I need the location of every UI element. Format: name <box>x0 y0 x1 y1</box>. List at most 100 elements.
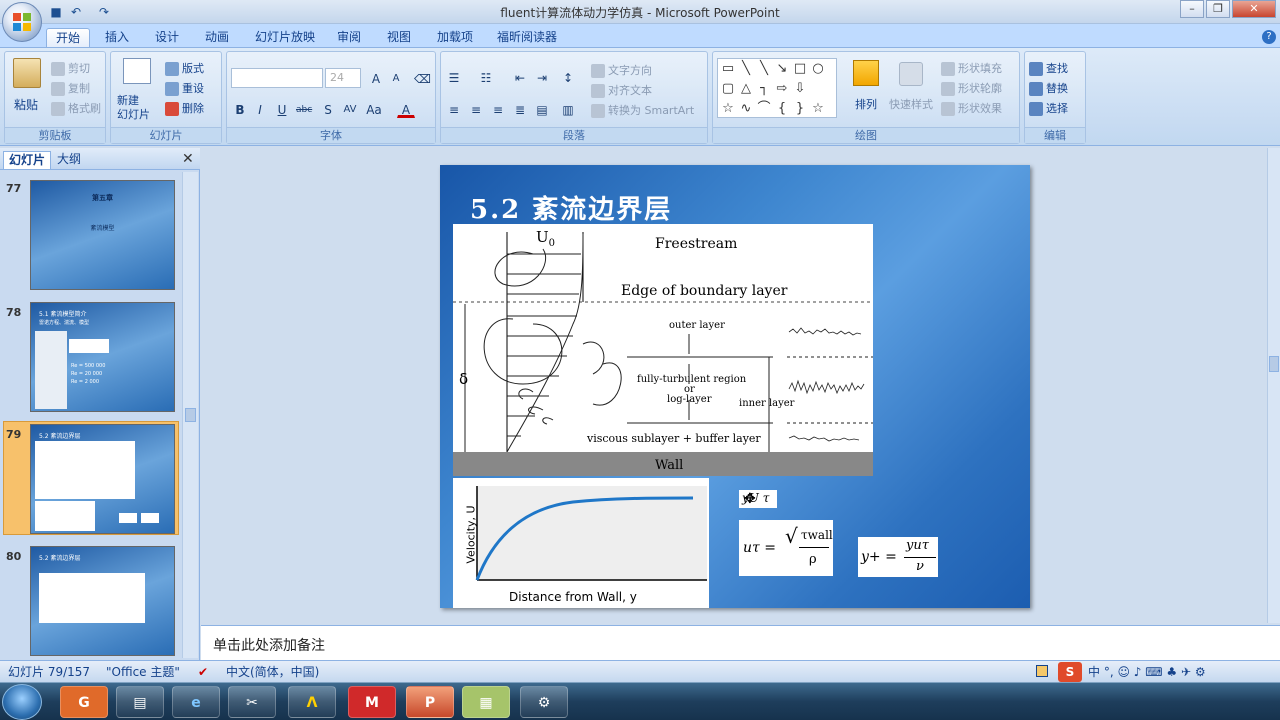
taskbar-ie-icon[interactable]: e <box>172 686 220 718</box>
numbering-button[interactable]: ☷ <box>477 68 495 86</box>
columns-button[interactable]: ▥ <box>559 100 577 118</box>
shape-effects-button[interactable]: 形状效果 <box>941 100 1002 116</box>
tab-view[interactable]: 视图 <box>378 28 420 48</box>
new-slide-button[interactable]: 新建 幻灯片 <box>117 94 150 122</box>
italic-button[interactable]: I <box>251 100 269 118</box>
taskbar-ansys-icon[interactable]: Λ <box>288 686 336 718</box>
bold-button[interactable]: B <box>231 100 249 118</box>
increase-indent-button[interactable]: ⇥ <box>533 68 551 86</box>
equation-y-plus[interactable]: y+ = yuτ ν <box>858 537 938 577</box>
shape-fill-button[interactable]: 形状填充 <box>941 60 1002 76</box>
shape-star2[interactable]: ☆ <box>810 101 826 117</box>
underline-button[interactable]: U <box>273 100 291 118</box>
shape-right-arrow[interactable]: ⇨ <box>774 81 790 97</box>
sogou-ime-icon[interactable]: S <box>1058 662 1082 682</box>
minimize-button[interactable]: – <box>1180 0 1204 18</box>
shape-star[interactable]: ☆ <box>720 101 736 117</box>
help-icon[interactable]: ? <box>1262 30 1276 44</box>
notes-pane[interactable]: 单击此处添加备注 <box>201 625 1280 660</box>
shape-arc[interactable]: ⌒ <box>756 101 772 117</box>
taskbar-pdf-icon[interactable]: G <box>60 686 108 718</box>
tab-foxit[interactable]: 福昕阅读器 <box>488 28 566 48</box>
tab-review[interactable]: 审阅 <box>328 28 370 48</box>
strikethrough-button[interactable]: abc <box>295 100 313 118</box>
tab-design[interactable]: 设计 <box>146 28 188 48</box>
office-button[interactable] <box>2 2 42 42</box>
slide-thumbnail-77[interactable]: 第五章 紊流模型 <box>30 180 175 290</box>
velocity-profile-figure[interactable]: Velocity, U Distance from Wall, y <box>453 478 709 608</box>
align-text-button[interactable]: 对齐文本 <box>591 82 652 98</box>
find-button[interactable]: 查找 <box>1029 60 1068 76</box>
shadow-button[interactable]: S <box>319 100 337 118</box>
justify-button[interactable]: ≣ <box>511 100 529 118</box>
slide-scroll-thumb[interactable] <box>1269 356 1279 372</box>
equation-friction-velocity[interactable]: uτ = √ τwall ρ <box>739 520 833 576</box>
layout-button[interactable]: 版式 <box>165 60 204 76</box>
align-left-button[interactable]: ≡ <box>445 100 463 118</box>
shape-line[interactable]: ╲ <box>738 61 754 77</box>
delete-button[interactable]: 删除 <box>165 100 204 116</box>
spellcheck-icon[interactable]: ✔ <box>198 661 208 683</box>
taskbar-m-icon[interactable]: M <box>348 686 396 718</box>
ime-mode-icon[interactable]: 中 °, ☺ ♪ ⌨ ♣ ✈ ⚙ <box>1088 661 1206 683</box>
quick-styles-button[interactable]: 快速样式 <box>889 96 933 112</box>
clear-format-button[interactable]: ⌫ <box>413 69 431 87</box>
font-color-button[interactable]: A <box>397 100 415 118</box>
shape-triangle[interactable]: △ <box>738 81 754 97</box>
align-center-button[interactable]: ≡ <box>467 100 485 118</box>
slide-thumbnail-80[interactable]: 5.2 紊流边界层 <box>30 546 175 656</box>
shape-rect[interactable]: ▭ <box>720 61 736 77</box>
shape-square[interactable]: □ <box>792 61 808 77</box>
slide-thumbnail-79[interactable]: 5.2 紊流边界层 <box>30 424 175 534</box>
replace-button[interactable]: 替换 <box>1029 80 1068 96</box>
quick-styles-icon[interactable] <box>899 62 923 86</box>
taskbar-paint-icon[interactable]: ✂ <box>228 686 276 718</box>
shape-oval[interactable]: ○ <box>810 61 826 77</box>
distribute-button[interactable]: ▤ <box>533 100 551 118</box>
reset-button[interactable]: 重设 <box>165 80 204 96</box>
bullets-button[interactable]: ☰ <box>445 68 463 86</box>
pane-scrollbar[interactable] <box>182 172 198 658</box>
close-pane-icon[interactable]: ✕ <box>182 151 194 167</box>
tab-slides[interactable]: 幻灯片 <box>3 151 52 169</box>
pane-scroll-thumb[interactable] <box>185 408 196 422</box>
taskbar-explorer-icon[interactable]: ▤ <box>116 686 164 718</box>
language-indicator[interactable]: 中文(简体，中国) <box>226 661 319 683</box>
grow-font-button[interactable]: A <box>367 69 385 87</box>
restore-button[interactable]: ❐ <box>1206 0 1230 18</box>
arrange-button[interactable]: 排列 <box>855 96 877 112</box>
format-painter-button[interactable]: 格式刷 <box>51 100 101 116</box>
new-slide-icon[interactable] <box>123 58 151 84</box>
cut-button[interactable]: 剪切 <box>51 60 90 76</box>
case-button[interactable]: Aa <box>365 100 383 118</box>
taskbar-powerpoint-icon[interactable]: P <box>406 686 454 718</box>
slide-canvas[interactable]: 5.2 紊流边界层 U0 Freestream Edge of boundary… <box>440 165 1030 608</box>
decrease-indent-button[interactable]: ⇤ <box>511 68 529 86</box>
shape-outline-button[interactable]: 形状轮廓 <box>941 80 1002 96</box>
paste-icon[interactable] <box>13 58 41 88</box>
select-button[interactable]: 选择 <box>1029 100 1068 116</box>
slide-title[interactable]: 5.2 紊流边界层 <box>470 189 672 226</box>
paste-button[interactable]: 粘贴 <box>14 96 38 113</box>
slide-scrollbar[interactable] <box>1267 148 1280 623</box>
close-button[interactable]: ✕ <box>1232 0 1276 18</box>
tab-insert[interactable]: 插入 <box>96 28 138 48</box>
arrange-icon[interactable] <box>853 60 879 86</box>
shapes-gallery[interactable]: ▭ ╲ ╲ ↘ □ ○ ▢ △ ┐ ⇨ ⇩ ☆ ∿ ⌒ { } ☆ <box>717 58 837 118</box>
boundary-layer-figure[interactable]: U0 Freestream Edge of boundary layer δ o… <box>453 224 873 476</box>
normal-view-icon[interactable] <box>1036 665 1048 677</box>
shape-brace-l[interactable]: { <box>774 101 790 117</box>
shape-down-arrow[interactable]: ⇩ <box>792 81 808 97</box>
start-button[interactable] <box>2 684 42 720</box>
shrink-font-button[interactable]: A <box>387 69 405 87</box>
tab-outline[interactable]: 大纲 <box>52 151 86 169</box>
copy-button[interactable]: 复制 <box>51 80 90 96</box>
convert-smartart-button[interactable]: 转换为 SmartArt <box>591 102 694 118</box>
line-spacing-button[interactable]: ↕ <box>559 68 577 86</box>
shape-arrow[interactable]: ↘ <box>774 61 790 77</box>
slide-thumbnail-78[interactable]: 5.1 紊流模型简介 雷诺方程、湍流、模型 Re = 500 000 Re = … <box>30 302 175 412</box>
align-right-button[interactable]: ≡ <box>489 100 507 118</box>
text-direction-button[interactable]: 文字方向 <box>591 62 652 78</box>
shape-elbow[interactable]: ┐ <box>756 81 772 97</box>
font-name-combo[interactable] <box>231 68 323 88</box>
